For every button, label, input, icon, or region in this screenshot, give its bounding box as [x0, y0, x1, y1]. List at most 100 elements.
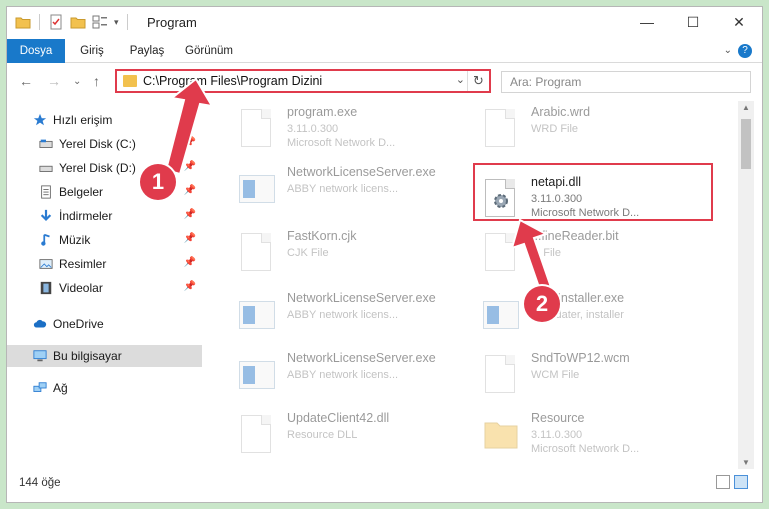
- expand-ribbon-icon[interactable]: ⌄: [724, 45, 732, 56]
- file-description: Microsoft Network D...: [531, 443, 640, 455]
- nav-item-videos[interactable]: Videolar 📌: [7, 277, 202, 299]
- scrollbar-thumb[interactable]: [741, 119, 751, 169]
- download-arrow-icon: [40, 209, 52, 222]
- cloud-icon: [33, 319, 47, 328]
- search-box[interactable]: Ara: Program: [501, 71, 751, 93]
- file-name: UpdateClient42.dll: [287, 411, 390, 425]
- forward-arrow-icon[interactable]: →: [47, 73, 61, 89]
- nav-onedrive[interactable]: OneDrive: [7, 313, 202, 335]
- maximize-button[interactable]: ☐: [670, 7, 716, 37]
- help-icon[interactable]: ?: [738, 44, 752, 58]
- quick-access-toolbar: ▾: [15, 14, 130, 30]
- file-name: SndToWP12.wcm: [531, 351, 630, 365]
- pin-icon[interactable]: 📌: [184, 281, 196, 292]
- up-arrow-icon[interactable]: ↑: [93, 73, 100, 89]
- step-badge-1: 1: [140, 164, 176, 200]
- file-highlight-box: [473, 163, 713, 221]
- pin-icon[interactable]: 📌: [184, 185, 196, 196]
- file-type: CJK File: [287, 247, 329, 259]
- folder-icon: [123, 75, 137, 87]
- scroll-down-icon[interactable]: ▼: [742, 458, 750, 467]
- tiles-view-icon[interactable]: [734, 475, 748, 489]
- qat-dropdown-icon[interactable]: ▾: [114, 17, 119, 28]
- nav-item-music[interactable]: Müzik 📌: [7, 229, 202, 251]
- pin-icon[interactable]: 📌: [184, 257, 196, 268]
- file-item[interactable]: NetworkLicenseServer.exe ABBY network li…: [229, 347, 465, 403]
- properties-icon[interactable]: [48, 14, 64, 30]
- view-toggle: [716, 475, 748, 489]
- scroll-up-icon[interactable]: ▲: [742, 103, 750, 112]
- file-name: FastKorn.cjk: [287, 229, 357, 243]
- dll-gear-icon: [237, 413, 277, 457]
- file-name: program.exe: [287, 105, 358, 119]
- title-bar: ▾ Program — ☐ ✕: [7, 7, 762, 39]
- nav-network[interactable]: Ağ: [7, 377, 202, 399]
- file-type: ABBY network licens...: [287, 309, 399, 321]
- pin-icon[interactable]: 📌: [184, 161, 196, 172]
- file-name: Arabic.wrd: [531, 105, 591, 119]
- file-version: 3.11.0.300: [287, 123, 339, 135]
- new-folder-icon[interactable]: [70, 14, 86, 30]
- file-type: WCM File: [531, 369, 580, 381]
- back-arrow-icon[interactable]: ←: [19, 73, 33, 89]
- file-item[interactable]: Resource 3.11.0.300 Microsoft Network D.…: [473, 407, 709, 463]
- recent-locations-icon[interactable]: ⌄: [73, 76, 81, 87]
- file-item[interactable]: UpdateClient42.dll Resource DLL: [229, 407, 465, 463]
- file-list: program.exe 3.11.0.300 Microsoft Network…: [219, 101, 739, 471]
- pin-icon[interactable]: 📌: [184, 233, 196, 244]
- details-view-icon[interactable]: [716, 475, 730, 489]
- application-window-icon: [237, 353, 277, 397]
- nav-item-disk-c[interactable]: Yerel Disk (C:) 📌: [7, 133, 202, 155]
- pin-icon[interactable]: 📌: [184, 137, 196, 148]
- file-type: ABBY network licens...: [287, 369, 399, 381]
- document-icon: [237, 231, 277, 275]
- file-item[interactable]: FastKorn.cjk CJK File: [229, 225, 465, 281]
- close-button[interactable]: ✕: [716, 7, 762, 37]
- nav-label: OneDrive: [53, 317, 104, 331]
- file-item[interactable]: program.exe 3.11.0.300 Microsoft Network…: [229, 101, 465, 157]
- vertical-scrollbar[interactable]: ▲ ▼: [738, 101, 754, 469]
- address-path[interactable]: C:\Program Files\Program Dizini: [143, 74, 322, 88]
- pictures-icon: [39, 259, 53, 269]
- explorer-window: ▾ Program — ☐ ✕ Dosya Giriş Paylaş Görün…: [6, 6, 763, 503]
- pin-icon[interactable]: 📌: [184, 209, 196, 220]
- address-bar[interactable]: C:\Program Files\Program Dizini ⌄ ↻: [115, 69, 491, 93]
- nav-quick-access[interactable]: Hızlı erişim: [7, 109, 202, 131]
- minimize-button[interactable]: —: [624, 7, 670, 37]
- nav-label: Müzik: [59, 233, 91, 247]
- file-item[interactable]: ...fineReader.bit ... File: [473, 225, 709, 281]
- nav-item-pictures[interactable]: Resimler 📌: [7, 253, 202, 275]
- file-item[interactable]: SndToWP12.wcm WCM File: [473, 347, 709, 403]
- file-item[interactable]: NetworkLicenseServer.exe ABBY network li…: [229, 161, 465, 217]
- file-item[interactable]: ...tallInstaller.exe ... updater, instal…: [473, 287, 709, 343]
- file-type: WRD File: [531, 123, 579, 135]
- application-window-icon: [237, 293, 277, 337]
- tab-file[interactable]: Dosya: [7, 39, 65, 63]
- nav-item-downloads[interactable]: İndirmeler 📌: [7, 205, 202, 227]
- file-item[interactable]: NetworkLicenseServer.exe ABBY network li…: [229, 287, 465, 343]
- search-placeholder: Ara: Program: [510, 75, 582, 89]
- network-icon: [33, 382, 47, 392]
- view-options-icon[interactable]: [92, 14, 108, 30]
- folder-icon[interactable]: [15, 14, 31, 30]
- drive-icon: [39, 139, 53, 148]
- tab-home[interactable]: Giriş: [67, 39, 117, 63]
- file-type: ... File: [531, 247, 561, 259]
- toolbar-separator: [39, 14, 40, 30]
- drive-icon: [39, 165, 53, 172]
- nav-this-pc[interactable]: Bu bilgisayar: [7, 345, 202, 367]
- tab-share[interactable]: Paylaş: [119, 39, 175, 63]
- file-name: NetworkLicenseServer.exe: [287, 165, 436, 179]
- application-window-icon: [481, 293, 521, 337]
- toolbar-separator: [126, 14, 128, 30]
- nav-label: Ağ: [53, 381, 68, 395]
- file-item[interactable]: Arabic.wrd WRD File: [473, 101, 709, 157]
- refresh-icon[interactable]: ↻: [467, 71, 489, 91]
- tab-view[interactable]: Görünüm: [177, 39, 241, 63]
- window-controls: — ☐ ✕: [624, 7, 762, 37]
- documents-icon: [41, 185, 51, 199]
- address-dropdown-icon[interactable]: ⌄: [456, 73, 465, 86]
- executable-icon: [237, 107, 277, 151]
- file-version: 3.11.0.300: [531, 429, 583, 441]
- file-type: Resource DLL: [287, 429, 358, 441]
